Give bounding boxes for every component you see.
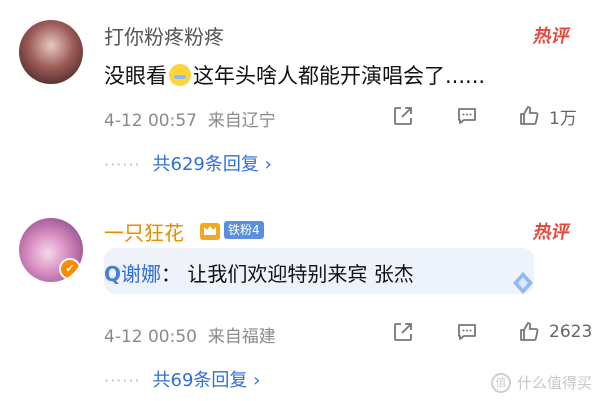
quoted-user[interactable]: 谢娜 <box>121 262 161 286</box>
hot-comment-badge: 热评 <box>531 26 572 47</box>
chevron-right-icon: › <box>264 154 272 175</box>
diamond-icon <box>513 272 533 294</box>
thumbs-up-icon <box>520 106 539 125</box>
view-replies-link[interactable]: ······ 共69条回复 › <box>104 366 260 392</box>
reply-dots: ······ <box>104 155 141 174</box>
comment-meta: 4-12 00:50 来自福建 <box>104 322 276 347</box>
like-button[interactable]: 2623 <box>517 320 592 344</box>
like-count: 1万 <box>549 108 577 129</box>
comment-icon <box>458 108 476 124</box>
replies-count: 共629条回复 <box>152 154 259 175</box>
like-count: 2623 <box>549 322 593 342</box>
quoted-comment[interactable]: Q谢娜： 让我们欢迎特别来宾 张杰 <box>104 258 414 287</box>
view-replies-link[interactable]: ······ 共629条回复 › <box>104 150 272 176</box>
comment-text: 没眼看 这年头啥人都能开演唱会了...... <box>104 60 485 90</box>
smzdm-logo-icon: 值 <box>490 372 511 393</box>
fan-level-badge: 铁粉4 <box>224 221 264 239</box>
comment-button[interactable] <box>455 104 479 128</box>
verified-badge-icon: ✔ <box>59 258 81 280</box>
share-button[interactable] <box>391 320 415 344</box>
username[interactable]: 打你粉疼粉疼 <box>104 21 224 50</box>
replies-count: 共69条回复 <box>152 370 248 391</box>
timestamp: 4-12 00:57 <box>104 111 197 131</box>
crown-fan-icon <box>200 223 220 240</box>
comment-icon <box>458 324 476 340</box>
timestamp: 4-12 00:50 <box>104 327 197 347</box>
comment-item: ✔ 一只狂花 铁粉4 热评 Q谢娜： 让我们欢迎特别来宾 张杰 4-12 00:… <box>0 200 600 401</box>
tears-face-emoji-icon <box>169 64 191 86</box>
watermark: 值 什么值得买 <box>490 372 592 393</box>
comment-item: 打你粉疼粉疼 热评 没眼看 这年头啥人都能开演唱会了...... 4-12 00:… <box>0 0 600 200</box>
comment-button[interactable] <box>455 320 479 344</box>
like-button[interactable]: 1万 <box>517 104 577 129</box>
share-icon <box>394 107 412 125</box>
watermark-text: 什么值得买 <box>516 374 592 392</box>
share-button[interactable] <box>391 104 415 128</box>
search-quote-icon: Q <box>104 262 122 286</box>
comment-text-part: 这年头啥人都能开演唱会了...... <box>193 64 486 88</box>
location: 来自辽宁 <box>207 111 276 131</box>
chevron-right-icon: › <box>253 370 261 391</box>
location: 来自福建 <box>207 327 276 347</box>
share-icon <box>394 323 412 341</box>
avatar[interactable] <box>19 20 83 84</box>
reply-dots: ······ <box>104 371 141 390</box>
hot-comment-badge: 热评 <box>531 222 572 243</box>
comment-meta: 4-12 00:57 来自辽宁 <box>104 106 276 131</box>
quoted-text: ： 让我们欢迎特别来宾 张杰 <box>161 262 414 286</box>
username[interactable]: 一只狂花 <box>104 217 184 246</box>
thumbs-up-icon <box>520 322 539 341</box>
comment-text-part: 没眼看 <box>104 64 167 88</box>
avatar[interactable]: ✔ <box>19 218 83 282</box>
